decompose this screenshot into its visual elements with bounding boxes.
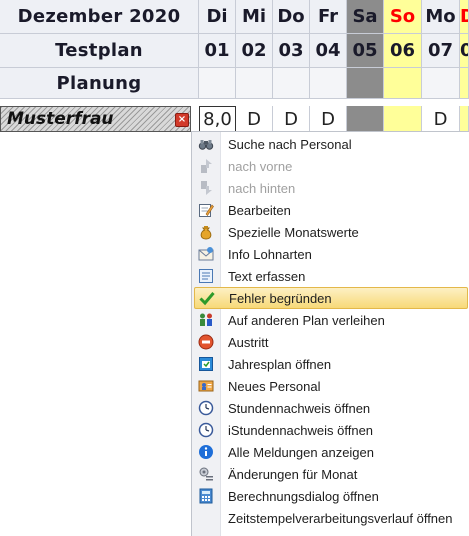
day-name-di[interactable]: Di	[199, 0, 236, 34]
day-name-so[interactable]: So	[384, 0, 422, 34]
day-num-04[interactable]: 04	[310, 34, 347, 68]
menu-item-istundennachweis-oeffnen[interactable]: iStundennachweis öffnen	[194, 419, 468, 441]
binoculars-icon	[198, 136, 214, 152]
day-name-mi[interactable]: Mi	[236, 0, 273, 34]
menu-item-label: Neues Personal	[228, 378, 321, 394]
lend-icon	[198, 312, 214, 328]
menu-item-bearbeiten[interactable]: Bearbeiten	[194, 199, 468, 221]
day-name-mo[interactable]: Mo	[422, 0, 460, 34]
new-person-icon	[198, 378, 214, 394]
menu-item-alle-meldungen-anzeigen[interactable]: Alle Meldungen anzeigen	[194, 441, 468, 463]
changes-icon	[198, 466, 214, 482]
menu-item-label: Bearbeiten	[228, 202, 291, 218]
planning-cell[interactable]	[310, 68, 347, 99]
day-name-do[interactable]: Do	[273, 0, 310, 34]
day-num-01[interactable]: 01	[199, 34, 236, 68]
menu-item-label: Austritt	[228, 334, 269, 350]
planning-cell[interactable]	[236, 68, 273, 99]
menu-item-spezielle-monatswerte[interactable]: Spezielle Monatswerte	[194, 221, 468, 243]
money-bag-icon	[198, 224, 214, 240]
plan-label: Testplan	[0, 34, 199, 68]
menu-item-auf-anderen-plan-verleihen[interactable]: Auf anderen Plan verleihen	[194, 309, 468, 331]
menu-item-label: Änderungen für Monat	[228, 466, 358, 482]
move-front-icon	[198, 158, 214, 174]
menu-item-label: Suche nach Personal	[228, 136, 352, 152]
planning-cell[interactable]	[460, 68, 469, 99]
planning-cell[interactable]	[273, 68, 310, 99]
menu-item-jahresplan-oeffnen[interactable]: Jahresplan öffnen	[194, 353, 468, 375]
planning-cell[interactable]	[384, 68, 422, 99]
menu-item-neues-personal[interactable]: Neues Personal	[194, 375, 468, 397]
menu-item-stundennachweis-oeffnen[interactable]: Stundennachweis öffnen	[194, 397, 468, 419]
day-value-06[interactable]	[384, 106, 422, 132]
menu-item-berechnungsdialog-oeffnen[interactable]: Berechnungsdialog öffnen	[194, 485, 468, 507]
menu-item-text-erfassen[interactable]: Text erfassen	[194, 265, 468, 287]
planning-cell[interactable]	[347, 68, 384, 99]
menu-item-label: Berechnungsdialog öffnen	[228, 488, 379, 504]
menu-item-label: Jahresplan öffnen	[228, 356, 332, 372]
row-separator	[0, 99, 469, 106]
day-value-02[interactable]: D	[236, 106, 273, 132]
menu-item-label: nach vorne	[228, 158, 293, 174]
day-value-07[interactable]: D	[422, 106, 460, 132]
day-value-03[interactable]: D	[273, 106, 310, 132]
menu-item-austritt[interactable]: Austritt	[194, 331, 468, 353]
menu-item-label: Text erfassen	[228, 268, 306, 284]
move-back-icon	[198, 180, 214, 196]
text-icon	[198, 268, 214, 284]
planning-label: Planung	[0, 68, 199, 99]
menu-item-label: Spezielle Monatswerte	[228, 224, 359, 240]
menu-item-label: Fehler begründen	[229, 290, 332, 306]
menu-item-aenderungen-fuer-monat[interactable]: Änderungen für Monat	[194, 463, 468, 485]
menu-item-nach-vorne[interactable]: nach vorne	[194, 155, 468, 177]
day-name-sa[interactable]: Sa	[347, 0, 384, 34]
calculator-icon	[198, 488, 214, 504]
day-num-partial[interactable]: 0	[460, 34, 469, 68]
day-num-02[interactable]: 02	[236, 34, 273, 68]
day-value-partial[interactable]	[460, 106, 469, 132]
checkmark-icon	[199, 290, 215, 306]
context-menu: Suche nach Personal nach vorne nach hint…	[191, 131, 469, 536]
clock-i-icon	[198, 422, 214, 438]
planning-cell[interactable]	[422, 68, 460, 99]
menu-item-zeitstempelverarbeitungsverlauf-oeffnen[interactable]: Zeitstempelverarbeitungsverlauf öffnen	[194, 507, 468, 529]
menu-item-fehler-begruenden[interactable]: Fehler begründen	[194, 287, 468, 309]
remove-employee-icon[interactable]: ×	[175, 113, 189, 127]
month-label: Dezember 2020	[0, 0, 199, 34]
exit-icon	[198, 334, 214, 350]
menu-item-label: Alle Meldungen anzeigen	[228, 444, 374, 460]
day-num-05[interactable]: 05	[347, 34, 384, 68]
envelope-icon	[198, 246, 214, 262]
employee-list-panel	[0, 132, 192, 536]
clock-icon	[198, 400, 214, 416]
day-value-04[interactable]: D	[310, 106, 347, 132]
planning-cell[interactable]	[199, 68, 236, 99]
year-plan-icon	[198, 356, 214, 372]
day-num-06[interactable]: 06	[384, 34, 422, 68]
timestamp-icon	[198, 510, 214, 526]
day-name-fr[interactable]: Fr	[310, 0, 347, 34]
menu-item-label: iStundennachweis öffnen	[228, 422, 374, 438]
day-value-01[interactable]: 8,0	[199, 106, 236, 132]
menu-item-label: Info Lohnarten	[228, 246, 312, 262]
edit-icon	[198, 202, 214, 218]
day-num-03[interactable]: 03	[273, 34, 310, 68]
day-value-05[interactable]	[347, 106, 384, 132]
menu-item-info-lohnarten[interactable]: Info Lohnarten	[194, 243, 468, 265]
employee-name[interactable]: Musterfrau	[0, 106, 191, 132]
menu-item-label: Auf anderen Plan verleihen	[228, 312, 385, 328]
menu-item-nach-hinten[interactable]: nach hinten	[194, 177, 468, 199]
menu-item-label: Stundennachweis öffnen	[228, 400, 371, 416]
menu-item-label: nach hinten	[228, 180, 296, 196]
info-icon	[198, 444, 214, 460]
day-num-07[interactable]: 07	[422, 34, 460, 68]
menu-item-suche-nach-personal[interactable]: Suche nach Personal	[194, 133, 468, 155]
day-name-partial[interactable]: D	[460, 0, 469, 34]
menu-item-label: Zeitstempelverarbeitungsverlauf öffnen	[228, 510, 453, 526]
